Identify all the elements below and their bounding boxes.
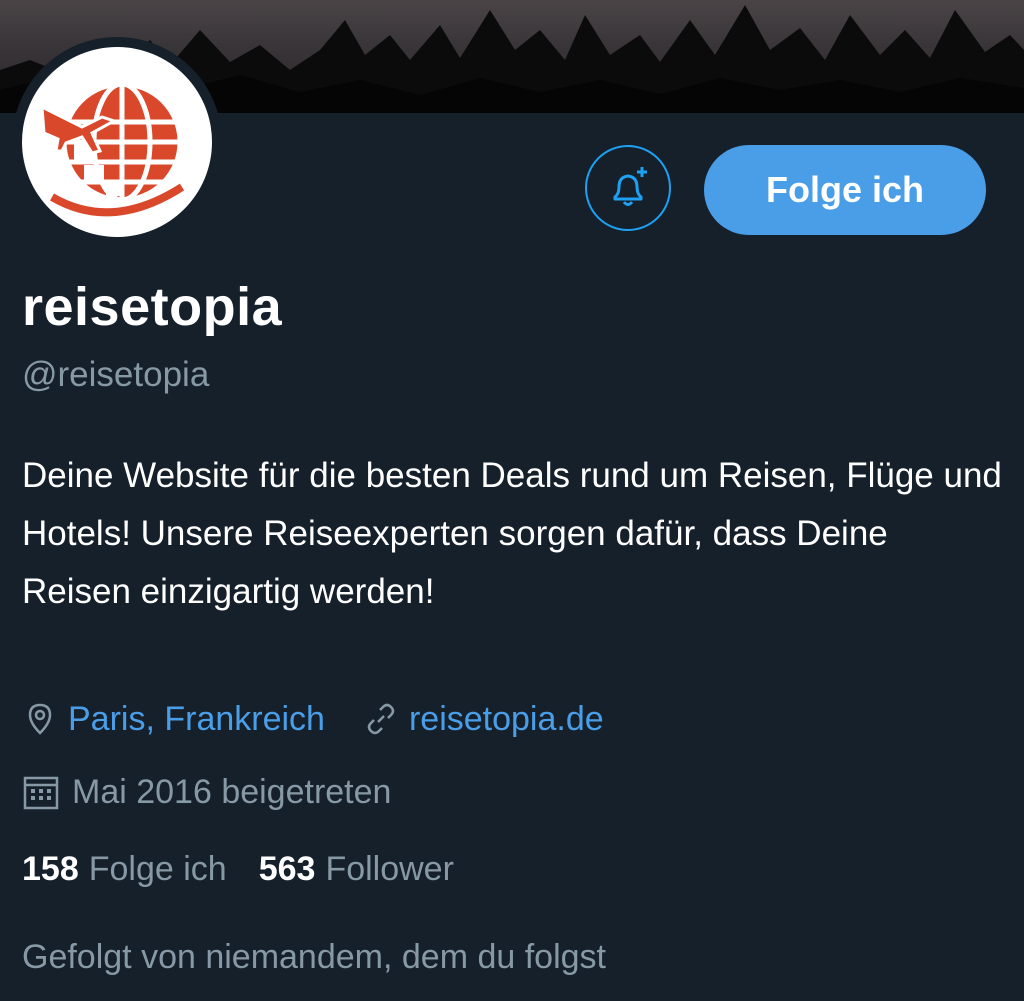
joined-row: Mai 2016 beigetreten (22, 770, 391, 814)
follow-button[interactable]: Folge ich (704, 145, 986, 235)
bell-plus-icon (613, 167, 647, 206)
notification-toggle-button[interactable] (585, 145, 671, 231)
followers-count: 563 (258, 850, 316, 888)
following-label: Folge ich (88, 850, 227, 888)
followers-label: Follower (325, 850, 454, 888)
profile-name: reisetopia (22, 277, 283, 337)
location-pin-icon (22, 701, 58, 737)
follow-stats: 158 Folge ich 563 Follower (22, 850, 454, 889)
followers-stat[interactable]: 563 Follower (259, 850, 454, 889)
profile-handle: @reisetopia (22, 355, 210, 394)
profile-meta-row: Paris, Frankreich reisetopia.de (22, 697, 604, 741)
following-stat[interactable]: 158 Folge ich (22, 850, 227, 889)
avatar[interactable] (22, 47, 212, 237)
profile-bio: Deine Website für die besten Deals rund … (22, 456, 1002, 611)
website-link[interactable]: reisetopia.de (409, 700, 604, 739)
link-icon (363, 701, 399, 737)
followed-by-text: Gefolgt von niemandem, dem du folgst (22, 938, 606, 976)
following-count: 158 (22, 850, 79, 888)
location-link[interactable]: Paris, Frankreich (68, 700, 325, 739)
calendar-icon (22, 773, 60, 811)
globe-plane-logo-icon (40, 81, 185, 217)
joined-date: Mai 2016 beigetreten (72, 772, 392, 811)
